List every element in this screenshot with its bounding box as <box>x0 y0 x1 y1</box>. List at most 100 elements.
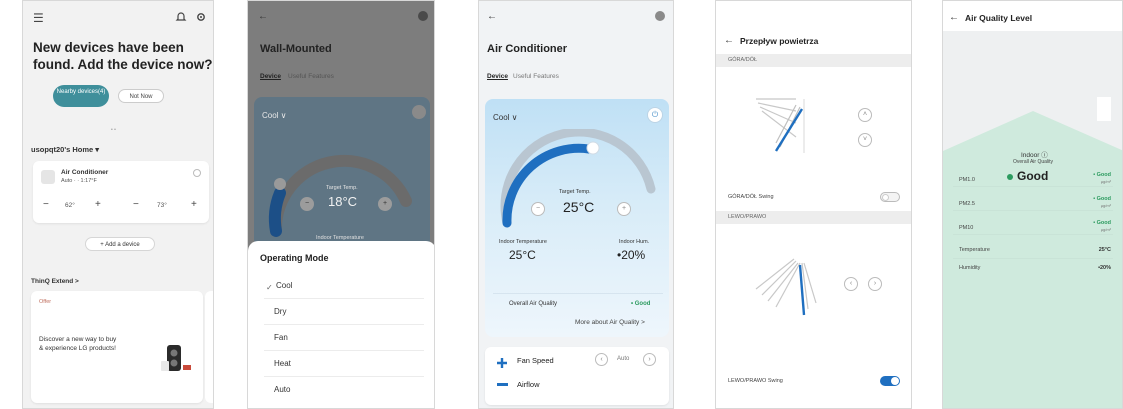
power-icon[interactable]: ⏻ <box>647 107 663 123</box>
back-arrow-icon[interactable]: ← <box>258 11 268 22</box>
pm1-unit: µg/m³ <box>1100 179 1111 184</box>
temp-b-increase-button[interactable]: + <box>191 199 197 210</box>
pm10-unit: µg/m³ <box>1100 227 1111 232</box>
page-indicator: • • <box>111 127 116 133</box>
pm25-row: PM2.5 • Good µg/m³ <box>953 193 1113 211</box>
temp-a-increase-button[interactable]: + <box>95 199 101 210</box>
promo-card[interactable]: Offer Discover a new way to buy & experi… <box>31 291 203 403</box>
device-status: Auto · · 1:17°F <box>61 178 97 184</box>
back-arrow-icon[interactable]: ← <box>949 12 959 23</box>
temperature-arc[interactable] <box>256 121 428 246</box>
indoor-humidity-value: •20% <box>617 248 646 262</box>
new-devices-title: New devices have been found. Add the dev… <box>33 40 213 72</box>
humidity-value: •20% <box>1098 265 1111 271</box>
tab-device[interactable]: Device <box>487 73 508 80</box>
airflow-label[interactable]: Airflow <box>517 380 540 389</box>
power-icon[interactable] <box>412 105 426 119</box>
offer-label: Offer <box>39 299 52 305</box>
temperature-row: Temperature 25°C <box>953 241 1113 259</box>
updown-down-button[interactable]: ˅ <box>858 133 872 147</box>
target-temp-value: 25°C <box>563 199 595 215</box>
overall-air-quality-label: Overall Air Quality <box>509 301 558 307</box>
section-updown: GÓRA/DÓŁ <box>716 54 911 67</box>
page-title: Air Quality Level <box>965 13 1033 23</box>
temperature-label: Temperature <box>959 247 990 253</box>
thinq-extend-link[interactable]: ThinQ Extend > <box>31 278 79 285</box>
wall-mounted-screen: ← Wall-Mounted Device Useful Features Co… <box>247 0 435 409</box>
leftright-swing-toggle[interactable] <box>880 376 900 386</box>
home-screen: ☰ New devices have been found. Add the d… <box>22 0 214 409</box>
tab-useful-features[interactable]: Useful Features <box>513 73 559 80</box>
decrease-temp-button[interactable]: − <box>300 197 314 211</box>
target-temp-value: 18°C <box>328 194 358 209</box>
temp-a-decrease-button[interactable]: − <box>43 199 49 210</box>
divider <box>493 293 663 294</box>
mode-item-dry[interactable]: Dry <box>264 299 424 325</box>
airflow-direction-screen: ← Przepływ powietrza GÓRA/DÓŁ ˄ ˅ GÓRA/D… <box>715 0 912 409</box>
promo-text: Discover a new way to buy & experience L… <box>39 336 117 352</box>
mode-item-fan[interactable]: Fan <box>264 325 424 351</box>
overall-air-quality-value: • Good <box>631 301 651 307</box>
temp-a-value: 62° <box>65 202 75 209</box>
increase-temp-button[interactable]: + <box>378 197 392 211</box>
increase-temp-button[interactable]: + <box>617 202 631 216</box>
fan-speed-value: Auto <box>617 356 630 362</box>
updown-vane-diagram <box>756 98 805 153</box>
target-temp-label: Target Temp. <box>559 189 591 195</box>
leftright-swing-label: LEWO/PRAWO Swing <box>728 378 783 384</box>
leftright-left-button[interactable]: ‹ <box>844 277 858 291</box>
nearby-devices-button[interactable]: Nearby devices(4) <box>53 85 109 107</box>
quick-controls-card: Fan Speed ‹ Auto › Airflow <box>485 347 669 405</box>
mode-item-heat[interactable]: Heat <box>264 351 424 377</box>
pm1-label: PM1.0 <box>959 177 975 183</box>
airflow-icon <box>497 383 508 386</box>
tab-useful-features[interactable]: Useful Features <box>288 73 334 80</box>
pm10-row: PM10 • Good µg/m³ <box>953 217 1113 235</box>
not-now-button[interactable]: Not Now <box>118 89 164 103</box>
page-title: Przepływ powietrza <box>740 36 819 46</box>
lg-products-image <box>159 343 195 378</box>
gear-icon[interactable] <box>195 10 207 28</box>
decrease-temp-button[interactable]: − <box>531 202 545 216</box>
indoor-temp-label: Indoor Temperature <box>499 239 547 245</box>
pm10-value: • Good <box>1093 220 1111 226</box>
device-name: Air Conditioner <box>61 169 109 176</box>
back-arrow-icon[interactable]: ← <box>487 11 497 22</box>
fan-speed-left-button[interactable]: ‹ <box>595 353 608 366</box>
mode-item-cool[interactable]: Cool <box>264 273 424 299</box>
menu-icon[interactable]: ☰ <box>33 11 44 25</box>
tab-device[interactable]: Device <box>260 73 281 80</box>
fan-icon <box>497 355 507 368</box>
home-selector[interactable]: usopqt20's Home ▾ <box>31 145 99 154</box>
add-device-button[interactable]: + Add a device <box>85 237 155 251</box>
sheet-title: Operating Mode <box>260 253 329 263</box>
gear-icon[interactable] <box>655 11 665 21</box>
pm10-label: PM10 <box>959 225 974 231</box>
section-leftright: LEWO/PRAWO <box>716 211 911 224</box>
bell-icon[interactable] <box>175 10 187 28</box>
back-arrow-icon[interactable]: ← <box>724 35 734 46</box>
leftright-right-button[interactable]: › <box>868 277 882 291</box>
temp-b-decrease-button[interactable]: − <box>133 199 139 210</box>
fan-speed-right-button[interactable]: › <box>643 353 656 366</box>
temperature-value: 25°C <box>1098 247 1111 253</box>
updown-up-button[interactable]: ˄ <box>858 108 872 122</box>
leftright-vane-diagram <box>755 258 817 316</box>
updown-swing-toggle[interactable] <box>880 192 900 202</box>
temp-b-value: 73° <box>157 202 167 209</box>
mode-selector[interactable]: Cool ∨ <box>262 111 287 120</box>
power-icon[interactable] <box>193 169 201 177</box>
air-conditioner-screen: ← Air Conditioner Device Useful Features… <box>478 0 674 409</box>
air-quality-screen: ← Air Quality Level Indoor ⓘ Overall Air… <box>942 0 1123 409</box>
pm25-unit: µg/m³ <box>1100 203 1111 208</box>
indoor-humidity-label: Indoor Hum. <box>619 239 650 245</box>
device-card[interactable]: Air Conditioner Auto · · 1:17°F − 62° + … <box>33 161 209 223</box>
more-air-quality-link[interactable]: More about Air Quality > <box>575 319 645 326</box>
updown-swing-label: GÓRA/DÓŁ Swing <box>728 194 774 200</box>
mode-selector[interactable]: Cool ∨ <box>493 113 518 122</box>
mode-item-auto[interactable]: Auto <box>264 377 424 403</box>
indoor-temp-value: 25°C <box>509 248 536 262</box>
gear-icon[interactable] <box>418 11 428 21</box>
ac-device-icon <box>41 170 55 184</box>
pm1-value: • Good <box>1093 172 1111 178</box>
